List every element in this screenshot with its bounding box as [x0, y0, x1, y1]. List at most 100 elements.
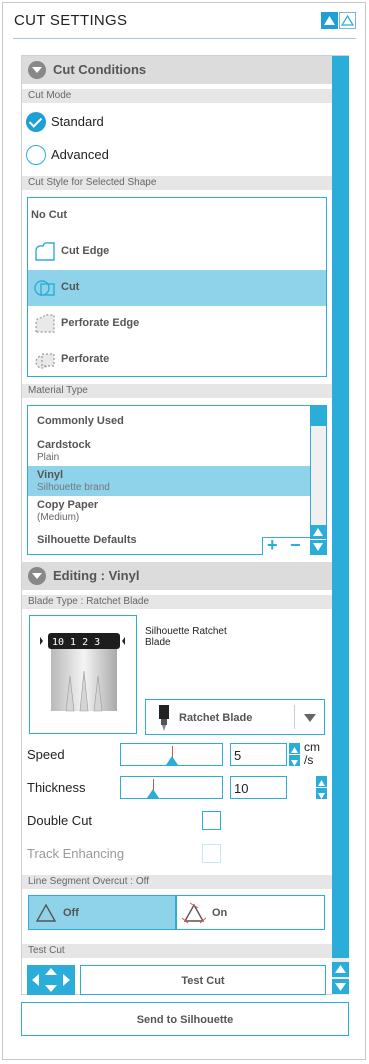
material-name: Cardstock	[37, 439, 91, 451]
test-cut-position-pad[interactable]	[27, 965, 75, 995]
section-title: Cut Conditions	[53, 62, 147, 77]
material-scroll-down[interactable]	[310, 540, 326, 554]
cut-style-list: No Cut Cut Edge Cut Perforate Edge Perfo…	[27, 197, 327, 377]
cut-mode-label: Cut Mode	[22, 89, 332, 103]
track-enhancing-label: Track Enhancing	[27, 846, 125, 861]
speed-increase-button[interactable]	[289, 743, 300, 754]
triangle-outline-icon	[340, 14, 355, 26]
cut-style-label: Cut Edge	[61, 245, 110, 257]
test-cut-label: Test Cut	[22, 944, 332, 958]
cut-style-label: Cut	[61, 281, 80, 293]
blade-dial-value: 10 1 2 3	[52, 637, 100, 648]
cut-style-cut[interactable]: Cut	[28, 270, 326, 306]
radio-unchecked-icon	[26, 145, 46, 165]
radio-checked-icon	[26, 112, 46, 132]
overcut-off-button[interactable]: Off	[28, 895, 176, 930]
triangle-down-icon	[291, 760, 298, 766]
speed-unit: cm /s	[304, 740, 320, 767]
triangle-up-icon	[324, 16, 335, 25]
test-cut-button[interactable]: Test Cut	[80, 965, 326, 995]
speed-value: 5	[234, 748, 242, 763]
triangle-down-icon	[313, 543, 323, 551]
thickness-value: 10	[234, 781, 249, 796]
cut-style-label: Perforate Edge	[61, 317, 140, 329]
triangle-down-icon	[335, 983, 346, 991]
triangle-outline-icon	[35, 903, 57, 922]
material-name: Silhouette Defaults	[37, 534, 137, 546]
send-to-silhouette-button[interactable]: Send to Silhouette	[21, 1002, 349, 1036]
cut-style-perforate[interactable]: Perforate	[28, 342, 326, 378]
material-subtitle: Silhouette brand	[37, 482, 110, 493]
select-divider	[294, 705, 295, 729]
thickness-increase-button[interactable]	[316, 776, 327, 787]
radio-label: Standard	[51, 114, 104, 129]
editing-header[interactable]: Editing : Vinyl	[22, 562, 332, 590]
material-subtitle: (Medium)	[37, 512, 80, 523]
track-enhancing-checkbox[interactable]	[202, 844, 221, 863]
collapse-circle-icon	[28, 61, 46, 79]
add-material-button[interactable]: +	[267, 535, 278, 556]
scroll-down-button[interactable]	[332, 979, 349, 994]
material-name: Vinyl	[37, 469, 64, 481]
thickness-input[interactable]: 10	[230, 776, 287, 799]
blade-selected-label: Ratchet Blade	[179, 712, 253, 724]
scrollbar-arrows[interactable]	[332, 962, 349, 994]
material-subtitle: Plain	[37, 452, 60, 463]
triangle-up-icon	[335, 965, 346, 973]
perforate-edge-shape-icon	[35, 314, 55, 333]
material-commonly-used[interactable]: Commonly Used	[28, 406, 310, 436]
material-list: Commonly Used Cardstock Plain Vinyl Silh…	[27, 405, 327, 555]
blade-icon	[159, 705, 169, 731]
radio-label: Advanced	[51, 147, 109, 162]
ratchet-blade-image-icon: 10 1 2 3	[40, 633, 125, 712]
line-overcut-label: Line Segment Overcut : Off	[22, 875, 332, 889]
collapse-up-button[interactable]	[321, 12, 338, 29]
scroll-up-button[interactable]	[332, 962, 349, 977]
material-name: Copy Paper	[37, 499, 99, 511]
material-vinyl[interactable]: Vinyl Silhouette brand	[28, 466, 310, 496]
double-cut-checkbox[interactable]	[202, 811, 221, 830]
remove-material-button[interactable]: −	[290, 535, 301, 556]
speed-slider-knob[interactable]	[166, 756, 178, 765]
blade-type-select[interactable]: Ratchet Blade	[145, 699, 325, 735]
cut-style-label: Cut Style for Selected Shape	[22, 176, 332, 190]
four-way-arrows-icon	[32, 968, 70, 992]
triangle-down-icon	[318, 793, 325, 799]
cut-style-perforate-edge[interactable]: Perforate Edge	[28, 306, 326, 342]
material-type-label: Material Type	[22, 384, 332, 398]
speed-decrease-button[interactable]	[289, 755, 300, 766]
material-scroll-up[interactable]	[310, 525, 326, 539]
material-copy-paper[interactable]: Copy Paper (Medium)	[28, 496, 310, 526]
perforate-shape-icon	[35, 353, 55, 369]
cut-edge-shape-icon	[35, 242, 55, 261]
overcut-off-label: Off	[63, 907, 79, 919]
cut-style-no-cut[interactable]: No Cut	[28, 198, 326, 234]
cut-shape-icon	[34, 280, 55, 296]
section-title: Editing : Vinyl	[53, 568, 140, 583]
expand-button[interactable]	[339, 12, 356, 29]
thickness-label: Thickness	[27, 780, 86, 795]
speed-slider[interactable]	[120, 743, 223, 766]
overcut-on-button[interactable]: On	[176, 895, 325, 930]
overcut-on-label: On	[212, 907, 228, 919]
thickness-stepper[interactable]	[316, 776, 327, 799]
speed-stepper[interactable]	[289, 743, 300, 766]
material-name: Commonly Used	[37, 415, 124, 427]
material-cardstock[interactable]: Cardstock Plain	[28, 436, 310, 466]
material-scroll-thumb[interactable]	[310, 406, 326, 426]
chevron-down-icon	[304, 714, 316, 722]
cut-style-label: No Cut	[31, 209, 68, 221]
speed-input[interactable]: 5	[230, 743, 287, 766]
blade-type-label: Blade Type : Ratchet Blade	[22, 595, 332, 609]
blade-dial-image[interactable]: 10 1 2 3	[29, 615, 137, 734]
blade-name: Silhouette Ratchet Blade	[145, 626, 227, 648]
scrollbar-thumb[interactable]	[332, 56, 349, 958]
thickness-decrease-button[interactable]	[316, 788, 327, 799]
overcut-triangle-icon	[182, 902, 206, 924]
thickness-slider-knob[interactable]	[147, 789, 159, 798]
collapse-circle-icon	[28, 567, 46, 585]
header-divider	[13, 38, 356, 39]
thickness-slider[interactable]	[120, 776, 223, 799]
cut-conditions-header[interactable]: Cut Conditions	[22, 56, 332, 84]
cut-style-cut-edge[interactable]: Cut Edge	[28, 234, 326, 270]
